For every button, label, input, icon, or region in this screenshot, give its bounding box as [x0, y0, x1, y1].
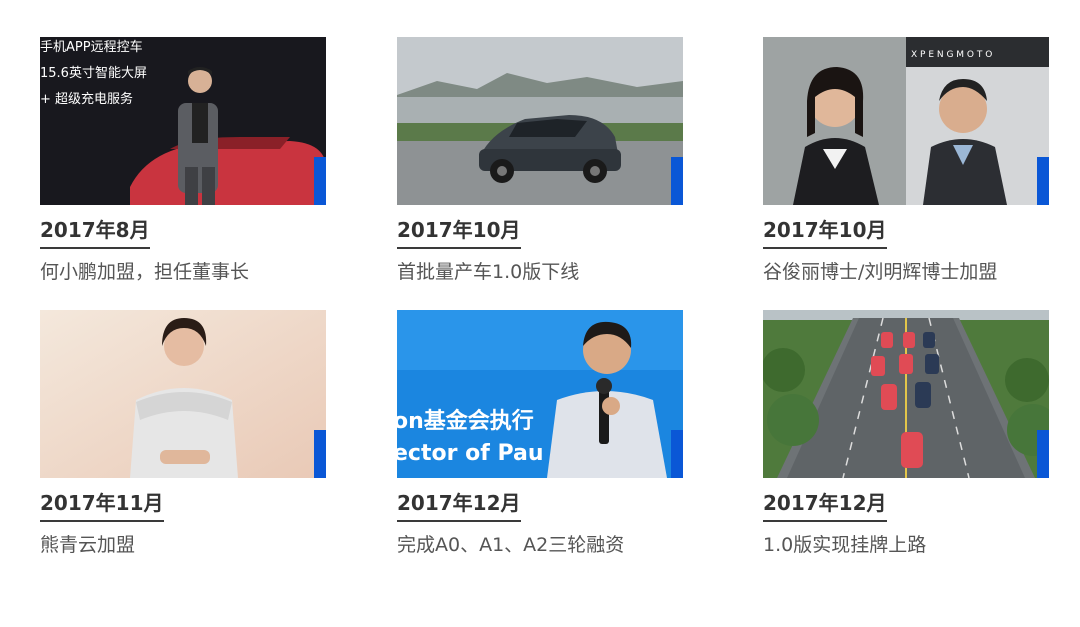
event-date: 2017年12月: [763, 490, 887, 522]
event-date: 2017年12月: [397, 490, 521, 522]
timeline-card: on基金会执行 ector of Pau 2017年12月 完成A0、A1、A2…: [397, 310, 683, 558]
photo-cars-on-road: [763, 310, 1049, 478]
event-photo: on基金会执行 ector of Pau: [397, 310, 683, 478]
event-date: 2017年8月: [40, 217, 150, 249]
event-description: 谷俊丽博士/刘明辉博士加盟: [763, 261, 998, 283]
photo-speaker-mic: on基金会执行 ector of Pau: [397, 310, 683, 478]
timeline-card: 2017年11月 熊青云加盟: [40, 310, 326, 558]
photo-text-line: ector of Pau: [397, 441, 544, 466]
event-date: 2017年11月: [40, 490, 164, 522]
event-photo: 手机APP远程控车 15.6英寸智能大屏 + 超级充电服务: [40, 37, 326, 205]
accent-bar: [314, 430, 326, 478]
timeline-card: 手机APP远程控车 15.6英寸智能大屏 + 超级充电服务 2017年8月 何小…: [40, 37, 326, 285]
event-date: 2017年10月: [397, 217, 521, 249]
event-photo: [40, 310, 326, 478]
photo-text-line: 15.6英寸智能大屏: [40, 66, 147, 81]
event-description: 何小鹏加盟，担任董事长: [40, 261, 250, 283]
photo-portrait-woman: [40, 310, 326, 478]
accent-bar: [671, 157, 683, 205]
event-photo: [763, 310, 1049, 478]
event-photo: X P E N G M O T O: [763, 37, 1049, 205]
accent-bar: [1037, 430, 1049, 478]
event-description: 熊青云加盟: [40, 534, 136, 556]
event-date: 2017年10月: [763, 217, 887, 249]
photo-text-line: 手机APP远程控车: [40, 39, 143, 55]
photo-text-line: on基金会执行: [397, 408, 534, 434]
photo-text-line: + 超级充电服务: [40, 91, 133, 107]
photo-two-executives: X P E N G M O T O: [763, 37, 1049, 205]
accent-bar: [314, 157, 326, 205]
accent-bar: [671, 430, 683, 478]
event-description: 1.0版实现挂牌上路: [763, 534, 927, 556]
timeline-card: X P E N G M O T O 2017年10月 谷俊丽博士/刘明辉博士加盟: [763, 37, 1049, 285]
accent-bar: [1037, 157, 1049, 205]
event-description: 首批量产车1.0版下线: [397, 261, 580, 283]
event-description: 完成A0、A1、A2三轮融资: [397, 534, 625, 556]
photo-first-car: [397, 37, 683, 205]
event-photo: [397, 37, 683, 205]
photo-text-line: X P E N G M O T O: [911, 50, 992, 60]
photo-launch-stage: 手机APP远程控车 15.6英寸智能大屏 + 超级充电服务: [40, 37, 326, 205]
timeline-card: 2017年10月 首批量产车1.0版下线: [397, 37, 683, 285]
timeline-card: 2017年12月 1.0版实现挂牌上路: [763, 310, 1049, 558]
